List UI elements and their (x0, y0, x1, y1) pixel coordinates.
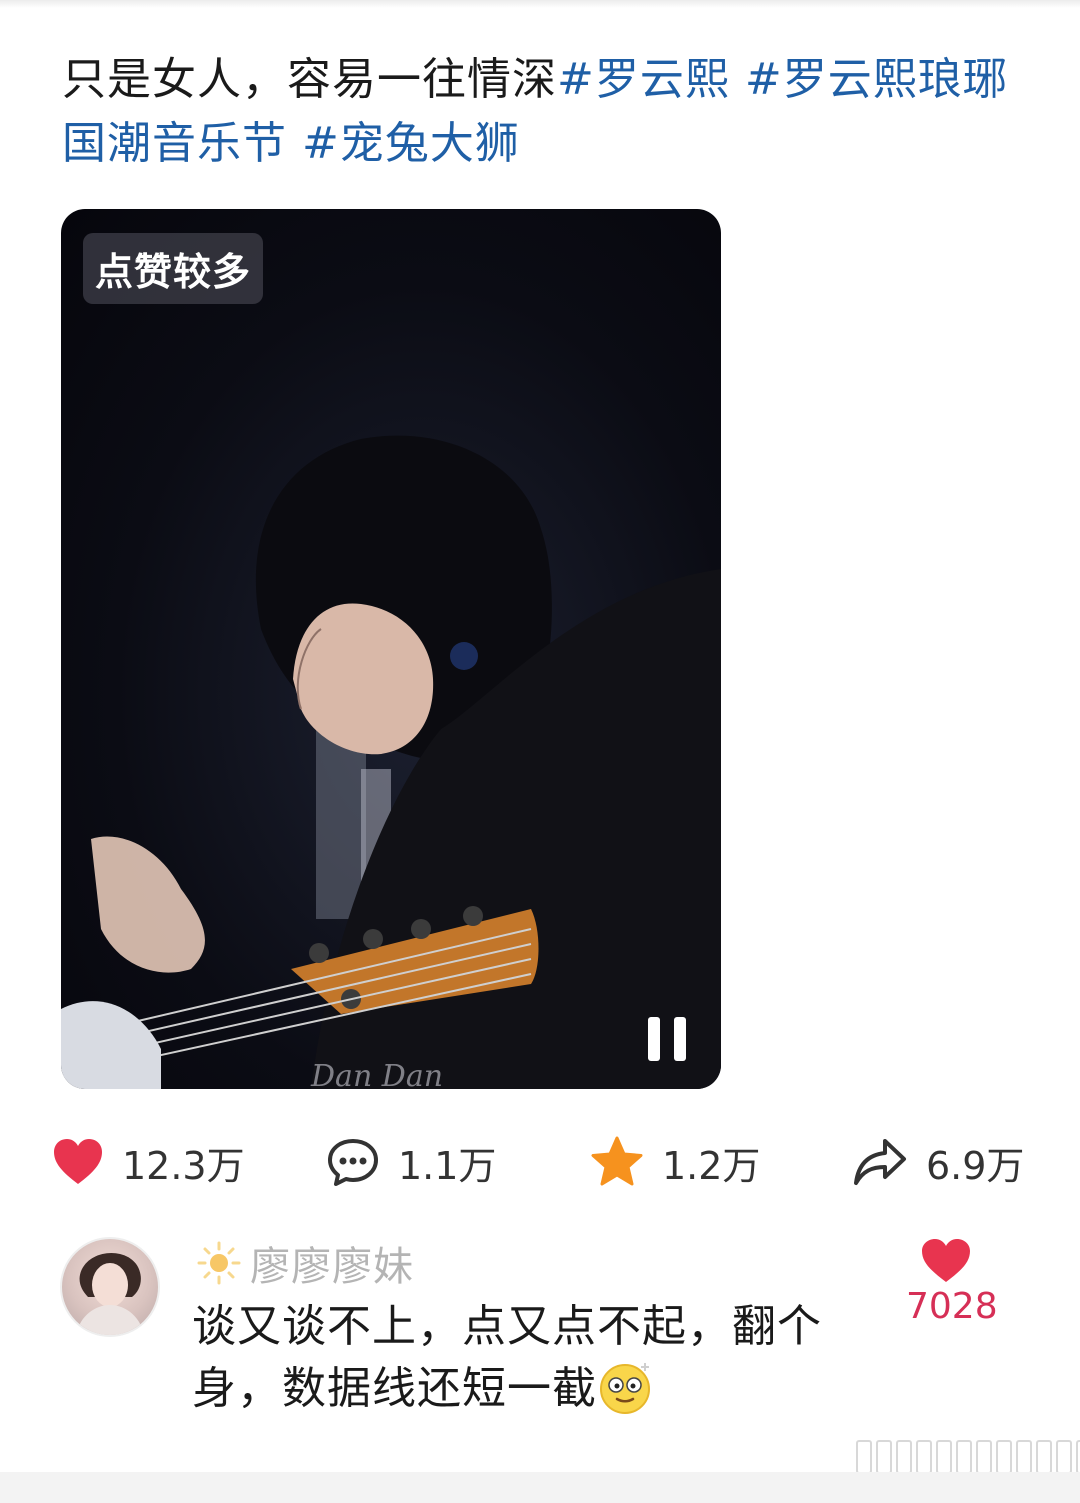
heart-icon (54, 1139, 102, 1184)
comment-like-count: 7028 (906, 1286, 998, 1327)
sun-icon (197, 1241, 241, 1285)
hashtag-3[interactable]: #宠兔大狮 (302, 118, 520, 169)
comment-button[interactable]: 1.1万 (326, 1130, 496, 1194)
platform-watermark-logo (856, 1440, 1080, 1474)
comment-body: 谈又谈不上，点又点不起，翻个身，数据线还短一截 (192, 1301, 822, 1414)
post-body: 只是女人，容易一往情深 (62, 54, 557, 105)
dizzy-face-emoji (600, 1363, 650, 1414)
avatar-photo (76, 1252, 144, 1335)
popular-badge: 点赞较多 (83, 233, 264, 304)
heart-icon (922, 1239, 970, 1282)
share-arrow-icon (854, 1139, 906, 1185)
comment-count: 1.1万 (398, 1143, 497, 1188)
top-edge (0, 0, 1080, 8)
top-comment: 廖廖廖妹 谈又谈不上，点又点不起，翻个身，数据线还短一截 7028 (0, 1232, 1080, 1432)
video-watermark: Dan Dan (311, 1059, 444, 1089)
video-frame (61, 435, 721, 1089)
comment-like-button[interactable] (920, 1238, 972, 1288)
bottom-divider (0, 1472, 1080, 1503)
share-count: 6.9万 (926, 1143, 1025, 1188)
comment-text: 谈又谈不上，点又点不起，翻个身，数据线还短一截 (192, 1296, 832, 1420)
action-bar: 12.3万 1.1万 1.2万 6.9万 (0, 1130, 1080, 1194)
favorite-count: 1.2万 (662, 1143, 761, 1188)
hashtag-1[interactable]: #罗云熙 (557, 54, 730, 105)
like-button[interactable]: 12.3万 (52, 1130, 245, 1194)
star-icon (591, 1136, 643, 1186)
username-text: 廖廖廖妹 (250, 1244, 414, 1290)
pause-icon[interactable] (646, 1015, 690, 1063)
post-text: 只是女人，容易一往情深#罗云熙 #罗云熙琅琊国潮音乐节 #宠兔大狮 (62, 48, 1022, 176)
share-button[interactable]: 6.9万 (852, 1130, 1024, 1194)
favorite-button[interactable]: 1.2万 (590, 1130, 760, 1194)
avatar[interactable] (60, 1237, 160, 1337)
comment-username[interactable]: 廖廖廖妹 (196, 1234, 414, 1292)
like-count: 12.3万 (122, 1143, 245, 1188)
video-player[interactable]: 点赞较多 Dan Dan (61, 209, 721, 1089)
comment-bubble-icon (328, 1139, 378, 1186)
